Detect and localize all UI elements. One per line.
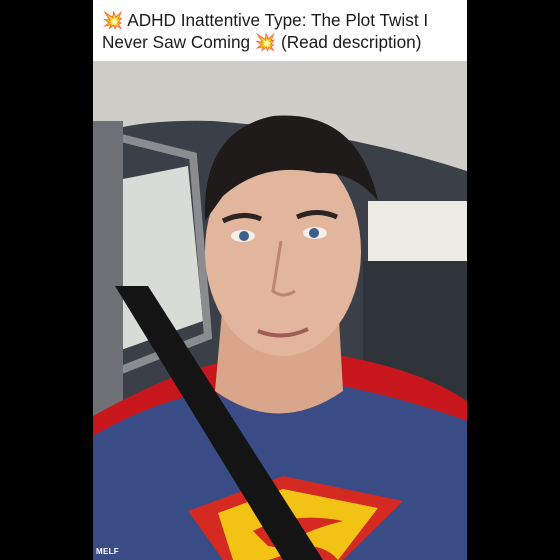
caption-text: 💥 ADHD Inattentive Type: The Plot Twist … (102, 10, 429, 52)
video-frame[interactable]: 💥 ADHD Inattentive Type: The Plot Twist … (93, 0, 467, 560)
left-iris (239, 231, 249, 241)
video-still (93, 61, 467, 560)
watermark: MELF (96, 547, 119, 556)
caption-banner: 💥 ADHD Inattentive Type: The Plot Twist … (93, 0, 467, 61)
rear-window (368, 201, 467, 266)
right-iris (309, 228, 319, 238)
